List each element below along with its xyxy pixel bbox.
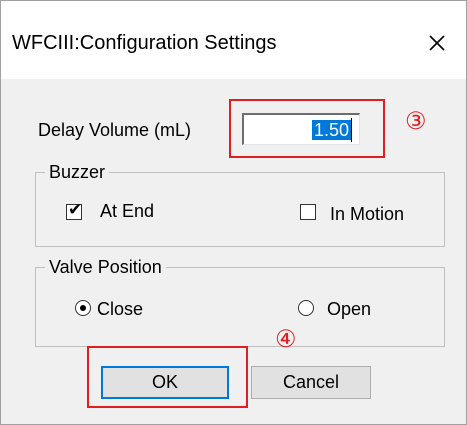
close-button[interactable]: [419, 25, 455, 61]
delay-volume-label: Delay Volume (mL): [38, 120, 192, 140]
in-motion-checkbox-box[interactable]: [300, 204, 316, 220]
close-label: Close: [97, 299, 144, 319]
in-motion-label: In Motion: [330, 204, 405, 224]
title-bar: WFCIII:Configuration Settings: [1, 1, 466, 79]
open-label: Open: [327, 299, 372, 319]
buzzer-group-title: Buzzer: [45, 161, 110, 183]
dialog-body: Delay Volume (mL) 1.50 ③ Buzzer ✔ At End…: [1, 79, 466, 424]
annotation-marker-3: ③: [405, 107, 427, 135]
at-end-label: At End: [100, 201, 155, 221]
at-end-checkbox-box[interactable]: ✔: [66, 200, 82, 220]
close-radio-button[interactable]: [75, 300, 91, 316]
configuration-dialog: WFCIII:Configuration Settings Delay Volu…: [0, 0, 467, 425]
annotation-marker-4: ④: [275, 325, 297, 353]
radio-selected-dot: [80, 305, 86, 311]
window-title: WFCIII:Configuration Settings: [12, 32, 277, 54]
cancel-button[interactable]: Cancel: [251, 366, 371, 399]
open-radio-button[interactable]: [298, 300, 314, 316]
valve-position-group-title: Valve Position: [45, 256, 166, 278]
checkmark-icon: ✔: [68, 200, 83, 219]
annotation-highlight-3: [229, 99, 385, 158]
valve-position-group: Valve Position Close Open: [35, 256, 445, 347]
buzzer-group: Buzzer ✔ At End In Motion: [35, 161, 445, 247]
annotation-highlight-4: [87, 346, 248, 408]
close-icon: [429, 35, 445, 51]
